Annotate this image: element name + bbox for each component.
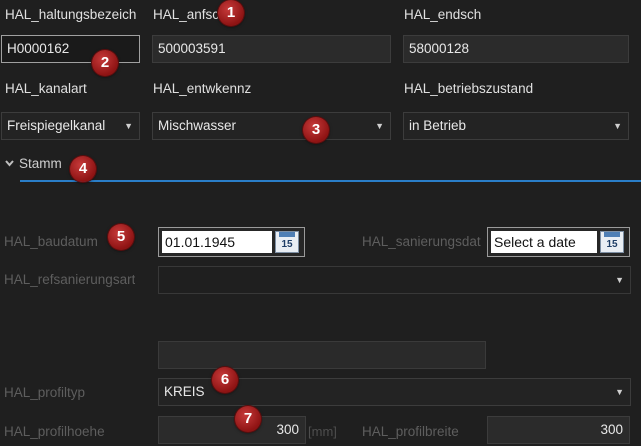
betriebszustand-value: in Betrieb [409,118,467,133]
kanalart-dropdown[interactable]: Freispiegelkanal ▼ [1,112,140,140]
label-profilhoehe: HAL_profilhoehe [4,424,105,439]
sanierungsdat-datepicker[interactable]: Select a date 15 [487,227,630,257]
entwkennz-value: Mischwasser [158,118,237,133]
anfsch-input[interactable]: 500003591 [152,35,391,63]
unlabeled-field[interactable] [158,341,486,369]
label-refsanierungsart: HAL_refsanierungsart [4,272,136,287]
calendar-icon[interactable]: 15 [600,231,624,253]
annotation-badge-7: 7 [235,406,261,432]
kanalart-value: Freispiegelkanal [7,118,106,133]
label-kanalart: HAL_kanalart [5,81,87,96]
stamm-section-toggle[interactable]: Stamm [4,154,62,172]
profilhoehe-unit: [mm] [308,424,337,439]
calendar-day: 15 [281,239,293,250]
haltungsbezeichnung-input[interactable]: H0000162 [1,35,140,63]
stamm-section-title: Stamm [19,155,62,171]
calendar-day: 15 [606,239,618,250]
annotation-badge-2: 2 [92,50,118,76]
baudatum-datepicker[interactable]: 01.01.1945 15 [158,227,305,257]
label-profiltyp: HAL_profiltyp [4,385,86,400]
sanierungsdat-input[interactable]: Select a date [491,231,597,253]
annotation-badge-5: 5 [108,224,134,250]
annotation-badge-1: 1 [218,0,244,26]
chevron-down-icon: ▼ [124,121,133,131]
label-sanierungsdat: HAL_sanierungsdat [362,234,481,249]
calendar-icon[interactable]: 15 [275,231,299,253]
chevron-down-icon: ▼ [615,387,624,397]
betriebszustand-dropdown[interactable]: in Betrieb ▼ [403,112,629,140]
label-baudatum: HAL_baudatum [4,234,98,249]
label-profilbreite: HAL_profilbreite [362,424,459,439]
chevron-down-icon: ▼ [375,121,384,131]
refsanierungsart-dropdown[interactable]: ▼ [158,266,631,294]
chevron-down-icon: ▼ [615,275,624,285]
label-haltungsbezeichnung: HAL_haltungsbezeich [5,7,137,22]
annotation-badge-4: 4 [70,156,96,182]
annotation-badge-3: 3 [303,117,329,143]
annotation-badge-6: 6 [212,367,238,393]
entwkennz-dropdown[interactable]: Mischwasser ▼ [152,112,391,140]
profilbreite-input[interactable]: 300 [487,416,630,444]
chevron-down-icon [5,159,14,167]
baudatum-input[interactable]: 01.01.1945 [162,231,272,253]
endsch-input[interactable]: 58000128 [403,35,629,63]
section-divider [20,180,641,182]
label-entwkennz: HAL_entwkennz [153,81,252,96]
label-betriebszustand: HAL_betriebszustand [404,81,534,96]
profilhoehe-input[interactable]: 300 [158,416,306,444]
label-endsch: HAL_endsch [404,7,482,22]
chevron-down-icon: ▼ [613,121,622,131]
profiltyp-value: KREIS [164,384,205,399]
